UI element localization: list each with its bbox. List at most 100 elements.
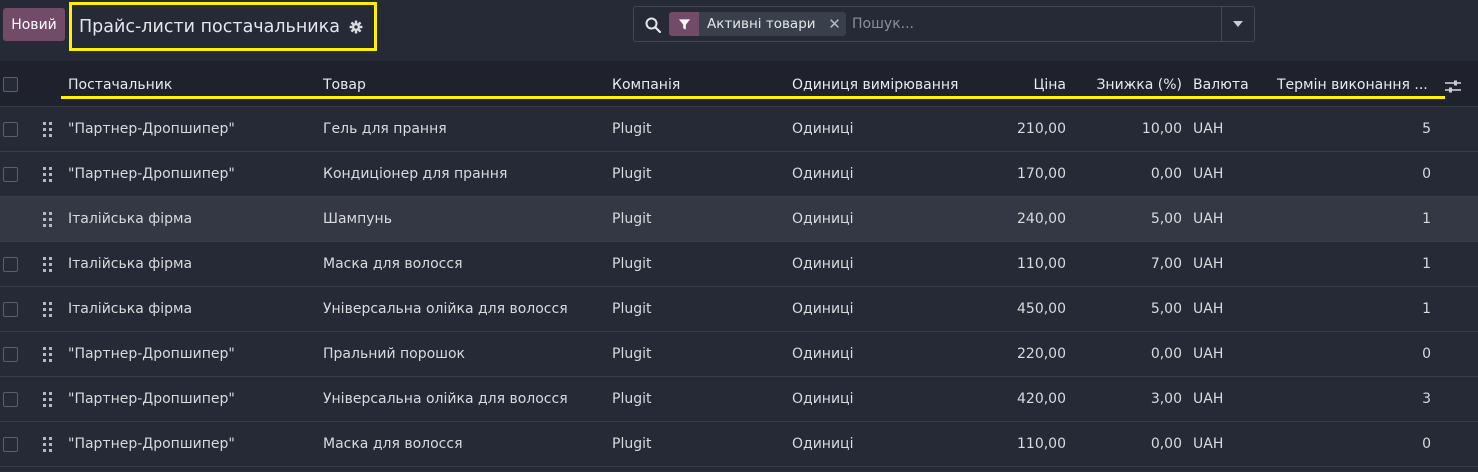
cell-uom: Одиниці (792, 436, 854, 452)
cell-company: Plugit (612, 346, 652, 362)
drag-handle-icon[interactable] (43, 302, 53, 317)
cell-vendor: Італійська фірма (68, 301, 193, 317)
gear-icon[interactable] (349, 20, 363, 34)
drag-handle-icon[interactable] (43, 167, 53, 182)
cell-vendor: "Партнер-Дропшипер" (68, 436, 235, 452)
close-icon[interactable]: ✕ (824, 12, 846, 36)
search-icon[interactable] (645, 17, 662, 34)
cell-price: 450,00 (1017, 301, 1066, 317)
search-input[interactable] (852, 13, 1212, 35)
select-all-checkbox[interactable] (3, 77, 18, 92)
cell-uom: Одиниці (792, 256, 854, 272)
cell-company: Plugit (612, 301, 652, 317)
cell-uom: Одиниці (792, 121, 854, 137)
cell-uom: Одиниці (792, 211, 854, 227)
cell-price: 420,00 (1017, 391, 1066, 407)
filter-facet[interactable]: Активні товари ✕ (669, 12, 846, 36)
cell-product: Кондиціонер для прання (323, 166, 508, 182)
cell-delay: 1 (1422, 256, 1431, 272)
row-checkbox[interactable] (3, 302, 18, 317)
facet-label: Активні товари (707, 16, 816, 32)
row-checkbox[interactable] (3, 167, 18, 182)
breadcrumb: Прайс-листи постачальника (69, 2, 377, 51)
cell-vendor: Італійська фірма (68, 256, 193, 272)
table-row[interactable]: Італійська фірма Універсальна олійка для… (0, 287, 1478, 332)
table-row[interactable]: "Партнер-Дропшипер" Кондиціонер для пран… (0, 152, 1478, 197)
cell-currency: UAH (1193, 256, 1224, 272)
cell-discount: 5,00 (1150, 211, 1182, 227)
cell-currency: UAH (1193, 436, 1224, 452)
app-window: Новий Прайс-листи постачальника Активні … (0, 0, 1478, 472)
cell-currency: UAH (1193, 346, 1224, 362)
sliders-icon[interactable] (1444, 78, 1462, 96)
cell-vendor: "Партнер-Дропшипер" (68, 346, 235, 362)
cell-price: 110,00 (1017, 436, 1066, 452)
column-header-uom[interactable]: Одиниця вимірювання (792, 77, 958, 93)
cell-product: Пральний порошок (323, 346, 465, 362)
cell-discount: 7,00 (1150, 256, 1182, 272)
highlight-underline (61, 96, 1445, 99)
cell-uom: Одиниці (792, 346, 854, 362)
drag-handle-icon[interactable] (43, 257, 53, 272)
cell-delay: 1 (1422, 211, 1431, 227)
cell-price: 210,00 (1017, 121, 1066, 137)
row-checkbox[interactable] (3, 347, 18, 362)
cell-delay: 5 (1422, 121, 1431, 137)
drag-handle-icon[interactable] (43, 212, 53, 227)
cell-delay: 3 (1422, 391, 1431, 407)
cell-discount: 10,00 (1141, 121, 1182, 137)
control-panel: Новий Прайс-листи постачальника Активні … (0, 0, 1478, 60)
column-header-currency[interactable]: Валюта (1193, 77, 1249, 93)
cell-currency: UAH (1193, 121, 1224, 137)
cell-company: Plugit (612, 391, 652, 407)
new-button[interactable]: Новий (3, 8, 65, 41)
cell-currency: UAH (1193, 301, 1224, 317)
drag-handle-icon[interactable] (43, 437, 53, 452)
cell-product: Маска для волосся (323, 436, 463, 452)
row-checkbox[interactable] (3, 437, 18, 452)
cell-vendor: "Партнер-Дропшипер" (68, 166, 235, 182)
column-header-product[interactable]: Товар (323, 77, 366, 93)
cell-uom: Одиниці (792, 166, 854, 182)
cell-company: Plugit (612, 436, 652, 452)
cell-product: Універсальна олійка для волосся (323, 391, 568, 407)
cell-company: Plugit (612, 166, 652, 182)
cell-price: 170,00 (1017, 166, 1066, 182)
drag-handle-icon[interactable] (43, 122, 53, 137)
table-row[interactable]: "Партнер-Дропшипер" Пральний порошок Plu… (0, 332, 1478, 377)
cell-vendor: Італійська фірма (68, 211, 193, 227)
cell-price: 240,00 (1017, 211, 1066, 227)
cell-currency: UAH (1193, 166, 1224, 182)
row-checkbox[interactable] (3, 257, 18, 272)
cell-discount: 0,00 (1150, 436, 1182, 452)
table-row[interactable]: "Партнер-Дропшипер" Гель для прання Plug… (0, 107, 1478, 152)
caret-down-icon[interactable] (1221, 7, 1254, 41)
search-bar: Активні товари ✕ (633, 6, 1255, 42)
cell-product: Універсальна олійка для волосся (323, 301, 568, 317)
drag-handle-icon[interactable] (43, 347, 53, 362)
table-row[interactable]: Італійська фірма Шампунь Plugit Одиниці … (0, 197, 1478, 242)
cell-discount: 3,00 (1150, 391, 1182, 407)
table-row[interactable]: "Партнер-Дропшипер" Маска для волосся Pl… (0, 422, 1478, 467)
column-header-price[interactable]: Ціна (1034, 77, 1067, 93)
table-row[interactable]: Італійська фірма Маска для волосся Plugi… (0, 242, 1478, 287)
filter-icon (669, 12, 699, 36)
column-header-company[interactable]: Компанія (612, 77, 680, 93)
row-checkbox[interactable] (3, 122, 18, 137)
cell-product: Гель для прання (323, 121, 447, 137)
row-checkbox[interactable] (3, 392, 18, 407)
column-header-delay[interactable]: Термін виконання ... (1277, 77, 1428, 93)
cell-uom: Одиниці (792, 301, 854, 317)
cell-discount: 5,00 (1150, 301, 1182, 317)
cell-delay: 0 (1422, 346, 1431, 362)
cell-company: Plugit (612, 121, 652, 137)
column-header-vendor[interactable]: Постачальник (68, 77, 172, 93)
column-header-discount[interactable]: Знижка (%) (1096, 77, 1182, 93)
list-table: Постачальник Товар Компанія Одиниця вимі… (0, 61, 1478, 472)
page-title: Прайс-листи постачальника (79, 16, 340, 37)
cell-currency: UAH (1193, 211, 1224, 227)
cell-discount: 0,00 (1150, 166, 1182, 182)
cell-price: 110,00 (1017, 256, 1066, 272)
table-row[interactable]: "Партнер-Дропшипер" Універсальна олійка … (0, 377, 1478, 422)
drag-handle-icon[interactable] (43, 392, 53, 407)
